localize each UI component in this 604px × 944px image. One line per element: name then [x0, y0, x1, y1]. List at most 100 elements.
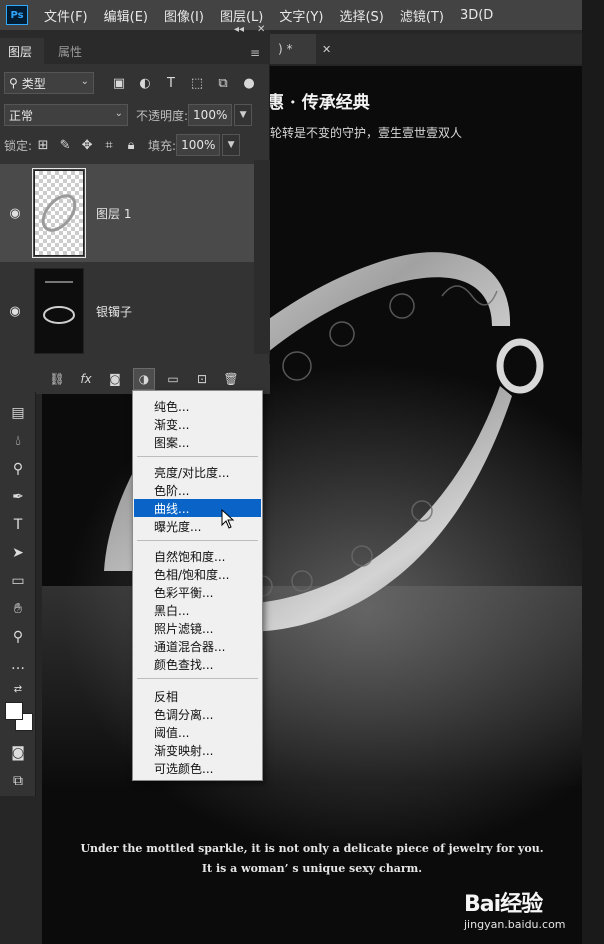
layer-row[interactable]: ◉ 图层 1 [0, 164, 254, 262]
watermark-url: jingyan.baidu.com [464, 918, 566, 931]
menu-separator [137, 540, 258, 541]
blend-mode-value: 正常 [9, 108, 34, 123]
chevron-down-icon: ⌄ [80, 76, 89, 87]
gradient-tool-icon[interactable]: ▤ [6, 402, 30, 424]
opacity-dropdown-icon[interactable]: ▼ [234, 104, 253, 126]
new-group-icon[interactable]: ▭ [162, 368, 184, 390]
watermark-logo-text: Bai经验 [464, 892, 543, 917]
menu-item-selective-color[interactable]: 可选颜色... [134, 759, 261, 777]
layer-name: 银镯子 [96, 304, 133, 319]
layer-row[interactable]: ◉ 银镯子 [0, 262, 254, 360]
menu-file[interactable]: 文件(F) [36, 6, 96, 25]
blend-row: 正常 ⌄ 不透明度: 100% ▼ [0, 104, 270, 126]
filter-pixel-icon[interactable]: ▣ [108, 72, 130, 94]
lock-position-icon[interactable]: ✥ [76, 134, 98, 156]
tools-panel: ▤ 💧︎ ⚲ ✒ T ➤ ▭ ✋︎ ⚲ … ⇄ ◙ ⧉ [0, 392, 36, 796]
menu-separator [137, 456, 258, 457]
filter-shape-icon[interactable]: ⬚ [186, 72, 208, 94]
photoshop-logo: Ps [6, 5, 28, 25]
delete-layer-icon[interactable]: 🗑︎ [220, 368, 242, 390]
adjustment-layer-menu: 纯色... 渐变... 图案... 亮度/对比度... 色阶... 曲线... … [132, 390, 263, 781]
more-tools-icon[interactable]: … [6, 654, 30, 676]
blend-mode-select[interactable]: 正常 ⌄ [4, 104, 128, 126]
filter-adjustment-icon[interactable]: ◐ [134, 72, 156, 94]
pen-tool-icon[interactable]: ✒ [6, 486, 30, 508]
new-layer-icon[interactable]: ⊡ [191, 368, 213, 390]
swap-colors-icon[interactable]: ⇄ [6, 678, 30, 700]
menu-item-levels[interactable]: 色阶... [134, 481, 261, 499]
menu-item-color-balance[interactable]: 色彩平衡... [134, 583, 261, 601]
menu-item-photo-filter[interactable]: 照片滤镜... [134, 619, 261, 637]
link-layers-icon[interactable]: ⛓ [46, 368, 68, 390]
poster-english-line-1: Under the mottled sparkle, it is not onl… [80, 842, 544, 855]
eye-icon[interactable]: ◉ [0, 304, 30, 319]
lock-transparent-icon[interactable]: ⊞ [32, 134, 54, 156]
filter-smartobject-icon[interactable]: ⧉ [212, 72, 234, 94]
menu-item-gradient-map[interactable]: 渐变映射... [134, 741, 261, 759]
foreground-color-swatch[interactable] [5, 702, 23, 720]
document-tab-strip: ) * ✕ [270, 34, 582, 64]
layer-thumbnail [34, 268, 84, 354]
menu-item-pattern[interactable]: 图案... [134, 433, 261, 451]
hand-tool-icon[interactable]: ✋︎ [6, 598, 30, 620]
screen-mode-icon[interactable]: ⧉ [6, 770, 30, 792]
menu-item-gradient[interactable]: 渐变... [134, 415, 261, 433]
add-mask-icon[interactable]: ◙ [104, 368, 126, 390]
menu-item-black-white[interactable]: 黑白... [134, 601, 261, 619]
eye-icon[interactable]: ◉ [0, 206, 30, 221]
menu-3d[interactable]: 3D(D [452, 8, 501, 23]
lock-brush-icon[interactable]: ✎ [54, 134, 76, 156]
menu-select[interactable]: 选择(S) [331, 6, 391, 25]
menu-item-invert[interactable]: 反相 [134, 687, 261, 705]
layer-filter-row: ⚲ 类型 ⌄ ▣ ◐ T ⬚ ⧉ ● [0, 72, 270, 94]
close-panel-icon[interactable]: ✕ [257, 24, 265, 35]
menu-item-posterize[interactable]: 色调分离... [134, 705, 261, 723]
filter-toggle-icon[interactable]: ● [238, 72, 260, 94]
menu-item-brightness-contrast[interactable]: 亮度/对比度... [134, 463, 261, 481]
path-selection-tool-icon[interactable]: ➤ [6, 542, 30, 564]
fill-input[interactable]: 100% [176, 134, 221, 156]
filter-type-icon[interactable]: T [160, 72, 182, 94]
tab-properties[interactable]: 属性 [50, 38, 90, 64]
layers-scrollbar[interactable] [254, 160, 270, 354]
menu-item-channel-mixer[interactable]: 通道混合器... [134, 637, 261, 655]
menu-layer[interactable]: 图层(L) [212, 6, 271, 25]
tab-layers[interactable]: 图层 [0, 38, 44, 64]
close-icon[interactable]: ✕ [322, 43, 331, 56]
collapse-panel-icon[interactable]: ◂◂ [234, 24, 244, 35]
menu-item-curves[interactable]: 曲线... [134, 499, 261, 517]
menu-edit[interactable]: 编辑(E) [96, 6, 156, 25]
lock-all-icon[interactable]: 🔒︎ [120, 134, 142, 156]
chevron-down-icon: ⌄ [114, 108, 123, 119]
menu-item-vibrance[interactable]: 自然饱和度... [134, 547, 261, 565]
panel-header-strip: ◂◂ ✕ [0, 24, 270, 38]
menu-filter[interactable]: 滤镜(T) [392, 6, 452, 25]
menu-item-exposure[interactable]: 曝光度... [134, 517, 261, 535]
menu-separator [137, 678, 258, 679]
rectangle-tool-icon[interactable]: ▭ [6, 570, 30, 592]
fill-label: 填充: [148, 138, 177, 153]
dodge-tool-icon[interactable]: ⚲ [6, 458, 30, 480]
menu-item-solid-color[interactable]: 纯色... [134, 397, 261, 415]
menu-item-color-lookup[interactable]: 颜色查找... [134, 655, 261, 673]
zoom-tool-icon[interactable]: ⚲ [6, 626, 30, 648]
panel-menu-icon[interactable]: ≡ [250, 46, 260, 60]
menu-item-threshold[interactable]: 阈值... [134, 723, 261, 741]
layer-style-icon[interactable]: fx [75, 368, 97, 390]
lock-artboard-icon[interactable]: ⌗ [98, 134, 120, 156]
document-tab[interactable]: ) * [270, 34, 316, 64]
blur-tool-icon[interactable]: 💧︎ [6, 430, 30, 452]
fill-dropdown-icon[interactable]: ▼ [222, 134, 241, 156]
layers-panel: ◂◂ ✕ 图层 属性 ≡ ⚲ 类型 ⌄ ▣ ◐ T ⬚ ⧉ ● 正常 ⌄ 不透明… [0, 24, 270, 394]
adjustment-layer-icon[interactable]: ◑ [133, 368, 155, 390]
type-tool-icon[interactable]: T [6, 514, 30, 536]
document-tab-label: ) * [278, 42, 293, 56]
layer-filter-select[interactable]: ⚲ 类型 ⌄ [4, 72, 94, 94]
mouse-cursor-icon [221, 509, 235, 529]
opacity-label: 不透明度: [136, 108, 189, 123]
opacity-input[interactable]: 100% [188, 104, 233, 126]
menu-item-hue-saturation[interactable]: 色相/饱和度... [134, 565, 261, 583]
menu-image[interactable]: 图像(I) [156, 6, 212, 25]
quick-mask-icon[interactable]: ◙ [6, 742, 30, 764]
menu-type[interactable]: 文字(Y) [271, 6, 331, 25]
